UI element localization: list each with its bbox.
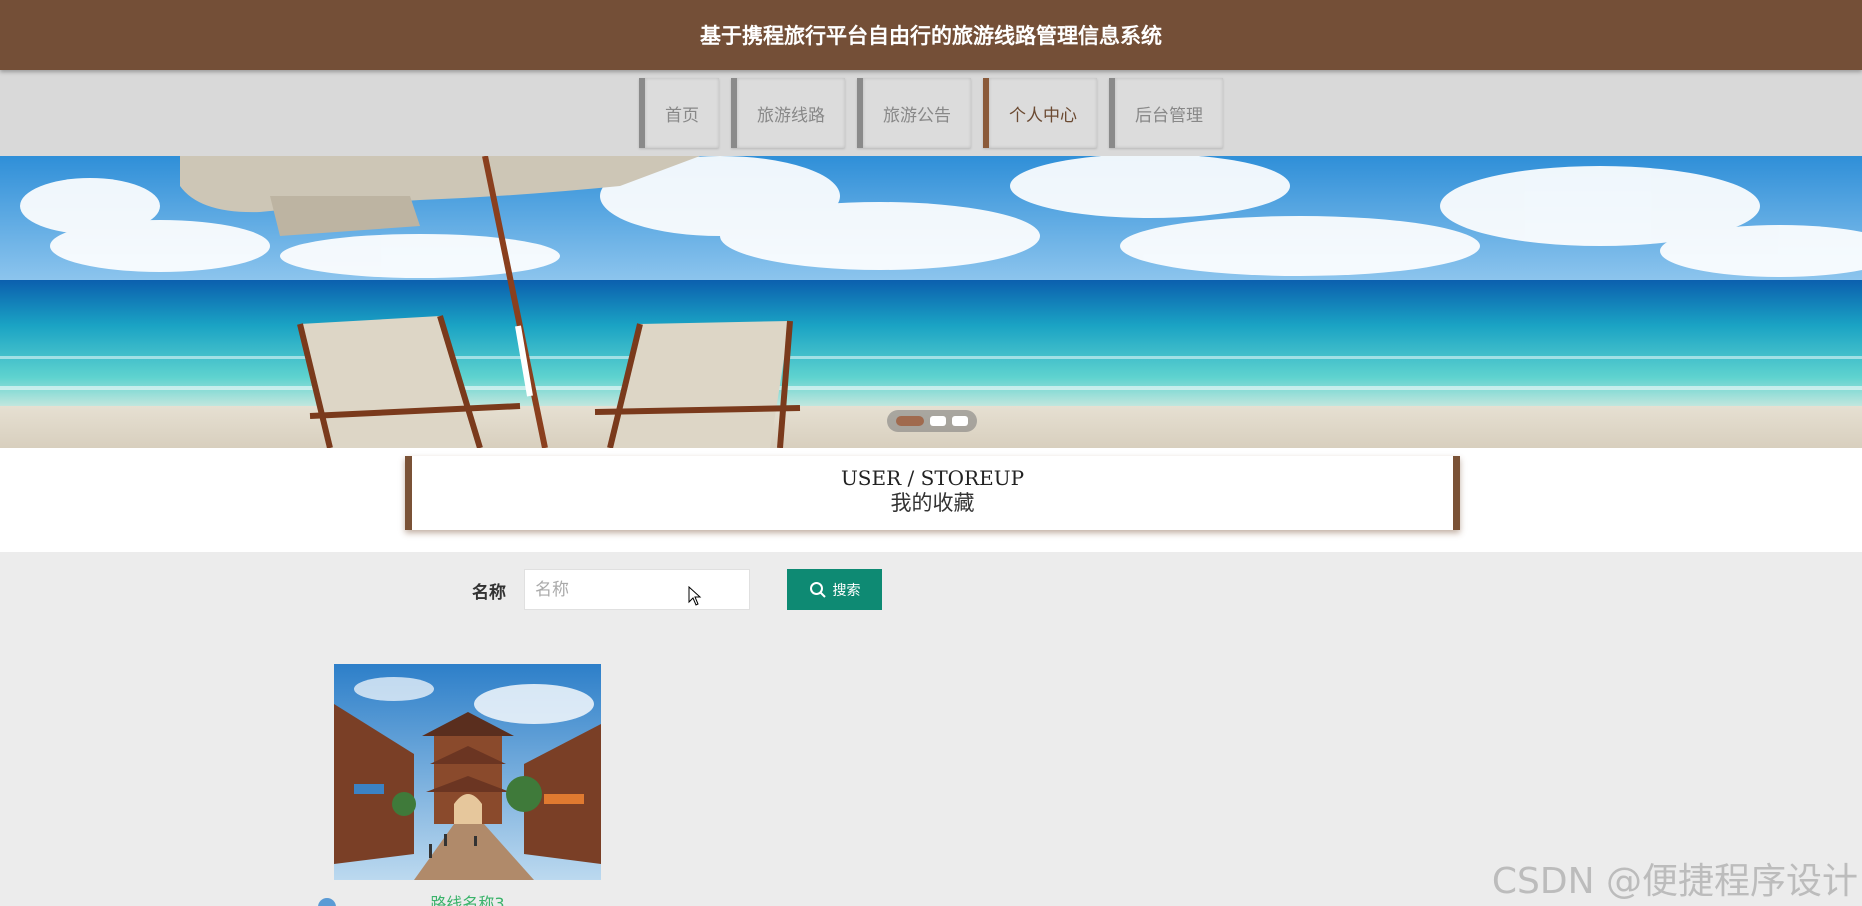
nav-item-home[interactable]: 首页	[639, 78, 719, 148]
nav-item-label: 旅游线路	[757, 105, 825, 126]
section-title-zh: 我的收藏	[890, 491, 975, 515]
section-header-band: USER / STOREUP 我的收藏	[0, 448, 1862, 552]
banner-carousel[interactable]	[0, 156, 1862, 448]
nav-item-admin[interactable]: 后台管理	[1109, 78, 1223, 148]
nav-item-label: 后台管理	[1135, 105, 1203, 126]
nav-item-notices[interactable]: 旅游公告	[857, 78, 971, 148]
search-button-label: 搜索	[832, 582, 861, 599]
nav-item-personal-center[interactable]: 个人中心	[983, 78, 1097, 148]
section-title-box: USER / STOREUP 我的收藏	[405, 456, 1460, 530]
carousel-dot-2[interactable]	[930, 416, 946, 426]
favorite-card[interactable]: 路线名称3	[334, 664, 601, 906]
search-label: 名称	[472, 583, 506, 603]
main-nav: 首页 旅游线路 旅游公告 个人中心 后台管理	[0, 70, 1862, 156]
search-icon	[809, 581, 826, 598]
route-thumbnail-image	[334, 664, 601, 880]
site-title: 基于携程旅行平台自由行的旅游线路管理信息系统	[700, 24, 1162, 48]
carousel-dot-1[interactable]	[896, 416, 924, 426]
page: 基于携程旅行平台自由行的旅游线路管理信息系统 首页 旅游线路 旅游公告 个人中心…	[0, 0, 1862, 906]
section-title-en: USER / STOREUP	[840, 466, 1025, 490]
mouse-cursor-icon	[688, 586, 702, 606]
search-button[interactable]: 搜索	[787, 569, 882, 610]
watermark: CSDN @便捷程序设计	[1491, 861, 1858, 902]
card-title: 路线名称3	[430, 894, 505, 906]
nav-item-label: 个人中心	[1009, 105, 1077, 126]
nav-item-routes[interactable]: 旅游线路	[731, 78, 845, 148]
search-input[interactable]	[524, 569, 750, 610]
nav-item-label: 旅游公告	[883, 105, 951, 126]
site-header: 基于携程旅行平台自由行的旅游线路管理信息系统	[0, 0, 1862, 70]
beach-banner-image	[0, 156, 1862, 448]
carousel-indicators	[887, 410, 977, 432]
nav-item-label: 首页	[665, 105, 699, 126]
carousel-dot-3[interactable]	[952, 416, 968, 426]
